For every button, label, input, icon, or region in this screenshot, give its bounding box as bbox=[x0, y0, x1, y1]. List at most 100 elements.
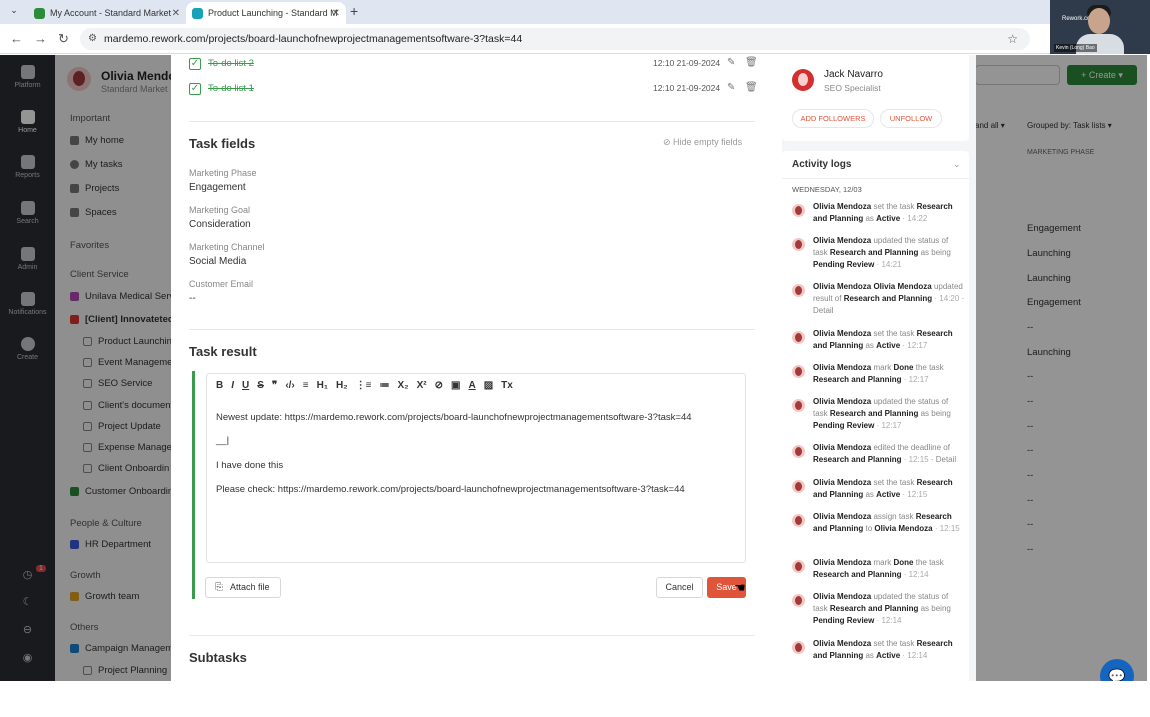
edit-icon[interactable]: ✎ bbox=[727, 82, 735, 93]
log-task: Research and Planning bbox=[829, 409, 919, 418]
close-tab-icon[interactable]: ✕ bbox=[332, 8, 340, 19]
cancel-button[interactable]: Cancel bbox=[656, 577, 703, 598]
log-status: Research and Planning bbox=[813, 570, 902, 579]
todo-item[interactable]: ✓ To-do list 1 12:10 21-09-2024 ✎ 🗑 bbox=[189, 82, 759, 97]
browser-tab-product-launching[interactable]: Product Launching - Standard M ✕ bbox=[186, 2, 346, 24]
heading1-icon[interactable]: H₁ bbox=[317, 380, 328, 391]
log-time: · 12:17 bbox=[903, 375, 929, 384]
rich-text-editor[interactable]: B I U S ❞ ‹/› ≡ H₁ H₂ ⋮≡ ≔ X₂ X² ⊘ ▣ A ▨… bbox=[206, 373, 746, 563]
checkbox-checked-icon[interactable]: ✓ bbox=[189, 58, 201, 70]
strikethrough-icon[interactable]: S bbox=[257, 380, 264, 391]
log-time: · 12:15 bbox=[903, 455, 929, 464]
activity-log-text: Olivia Mendoza updated the status of tas… bbox=[813, 591, 965, 627]
log-time: · 12:15 bbox=[934, 524, 960, 533]
code-icon[interactable]: ‹/› bbox=[285, 380, 294, 391]
unfollow-button[interactable]: UNFOLLOW bbox=[880, 109, 942, 128]
heading2-icon[interactable]: H₂ bbox=[336, 380, 348, 391]
log-task: Research and Planning bbox=[813, 455, 902, 464]
hide-empty-fields-toggle[interactable]: ⊘ Hide empty fields bbox=[663, 137, 742, 148]
editor-line: I have done this bbox=[216, 460, 284, 471]
divider bbox=[189, 329, 755, 330]
log-status: Active bbox=[876, 341, 901, 350]
trash-icon[interactable]: 🗑 bbox=[745, 57, 758, 68]
divider bbox=[189, 121, 755, 122]
log-tail: the task bbox=[915, 558, 944, 567]
close-tab-icon[interactable]: ✕ bbox=[172, 8, 180, 19]
todo-item[interactable]: ✓ To-do list 2 12:10 21-09-2024 ✎ 🗑 bbox=[189, 57, 759, 72]
divider bbox=[189, 635, 755, 636]
add-followers-button[interactable]: ADD FOLLOWERS bbox=[792, 109, 874, 128]
log-status: Research and Planning bbox=[813, 375, 902, 384]
app-window: Platform Home Reports Search Admin Notif… bbox=[0, 55, 1147, 681]
activity-log-text: Olivia Mendoza set the task Research and… bbox=[813, 638, 965, 662]
subscript-icon[interactable]: X₂ bbox=[397, 380, 408, 391]
field-value[interactable]: Consideration bbox=[189, 219, 251, 230]
editor-line: Please check: https://mardemo.rework.com… bbox=[216, 484, 685, 495]
avatar bbox=[792, 331, 805, 344]
log-tail: as being bbox=[920, 604, 951, 613]
quote-icon[interactable]: ❞ bbox=[272, 380, 277, 391]
activity-log-text: Olivia Mendoza set the task Research and… bbox=[813, 328, 965, 352]
bold-icon[interactable]: B bbox=[216, 380, 223, 391]
paperclip-icon: ⎘ bbox=[215, 582, 223, 593]
log-status: Active bbox=[876, 214, 901, 223]
image-icon[interactable]: ▣ bbox=[451, 380, 460, 391]
browser-tab-my-account[interactable]: My Account - Standard Market ✕ bbox=[28, 2, 186, 24]
superscript-icon[interactable]: X² bbox=[417, 380, 427, 391]
log-time: · 12:14 bbox=[876, 616, 902, 625]
log-status: Pending Review bbox=[813, 260, 875, 269]
field-value[interactable]: Engagement bbox=[189, 182, 246, 193]
tab-label: Product Launching - Standard M bbox=[208, 8, 338, 18]
clear-format-icon[interactable]: Tx bbox=[501, 380, 513, 391]
rework-favicon-icon bbox=[34, 7, 45, 19]
avatar bbox=[792, 365, 805, 378]
field-value[interactable]: -- bbox=[189, 293, 196, 304]
follower-name: Jack Navarro bbox=[824, 69, 883, 80]
avatar bbox=[792, 204, 805, 217]
rework-favicon-icon bbox=[192, 7, 203, 19]
log-tail: to bbox=[865, 524, 873, 533]
log-user: Olivia Mendoza bbox=[813, 397, 872, 406]
activity-log-text: Olivia Mendoza mark Done the task Resear… bbox=[813, 362, 965, 386]
text-color-icon[interactable]: A bbox=[468, 380, 475, 391]
underline-icon[interactable]: U bbox=[242, 380, 249, 391]
back-icon[interactable]: ← bbox=[10, 31, 23, 46]
url-field[interactable]: ⚙ mardemo.rework.com/projects/board-laun… bbox=[80, 28, 1030, 50]
edit-icon[interactable]: ✎ bbox=[727, 57, 735, 68]
attach-file-button[interactable]: ⎘ Attach file bbox=[205, 577, 281, 598]
log-status: Active bbox=[876, 651, 901, 660]
log-user: Olivia Mendoza bbox=[813, 443, 872, 452]
chevron-down-icon[interactable]: ⌄ bbox=[953, 159, 961, 170]
editor-toolbar: B I U S ❞ ‹/› ≡ H₁ H₂ ⋮≡ ≔ X₂ X² ⊘ ▣ A ▨… bbox=[207, 374, 745, 396]
activity-logs: Activity logs ⌄ WEDNESDAY, 12/03 Olivia … bbox=[782, 151, 969, 681]
activity-log-text: Olivia Mendoza edited the deadline of Re… bbox=[813, 442, 965, 466]
site-settings-icon[interactable]: ⚙ bbox=[88, 28, 97, 50]
activity-log-text: Olivia Mendoza mark Done the task Resear… bbox=[813, 557, 965, 581]
new-tab-button[interactable]: + bbox=[350, 3, 358, 19]
link-icon[interactable]: ⊘ bbox=[435, 380, 443, 391]
activity-logs-title: Activity logs bbox=[792, 159, 852, 170]
align-icon[interactable]: ≡ bbox=[303, 380, 309, 391]
reload-icon[interactable]: ↻ bbox=[58, 31, 69, 47]
bullet-list-icon[interactable]: ≔ bbox=[379, 380, 389, 391]
checkbox-checked-icon[interactable]: ✓ bbox=[189, 83, 201, 95]
eye-off-icon: ⊘ bbox=[663, 137, 674, 147]
field-value[interactable]: Social Media bbox=[189, 256, 246, 267]
trash-icon[interactable]: 🗑 bbox=[745, 82, 758, 93]
log-user: Olivia Mendoza bbox=[813, 639, 872, 648]
log-user: Olivia Mendoza bbox=[813, 512, 872, 521]
bookmark-star-icon[interactable]: ☆ bbox=[1007, 28, 1018, 50]
italic-icon[interactable]: I bbox=[231, 380, 234, 391]
log-tail: the task bbox=[915, 363, 944, 372]
background-color-icon[interactable]: ▨ bbox=[484, 380, 493, 391]
log-task: Research and Planning bbox=[829, 604, 919, 613]
activity-log-text: Olivia Mendoza updated the status of tas… bbox=[813, 396, 965, 432]
ordered-list-icon[interactable]: ⋮≡ bbox=[356, 380, 372, 391]
log-tail: as bbox=[865, 651, 874, 660]
tab-search-chevron-icon[interactable]: ⌄ bbox=[7, 5, 21, 19]
log-tail: as bbox=[865, 341, 874, 350]
log-action: set the task bbox=[873, 478, 915, 487]
log-time: · 12:14 bbox=[903, 570, 929, 579]
followers-card: Jack Navarro SEO Specialist ADD FOLLOWER… bbox=[782, 55, 969, 141]
forward-icon[interactable]: → bbox=[34, 31, 47, 46]
